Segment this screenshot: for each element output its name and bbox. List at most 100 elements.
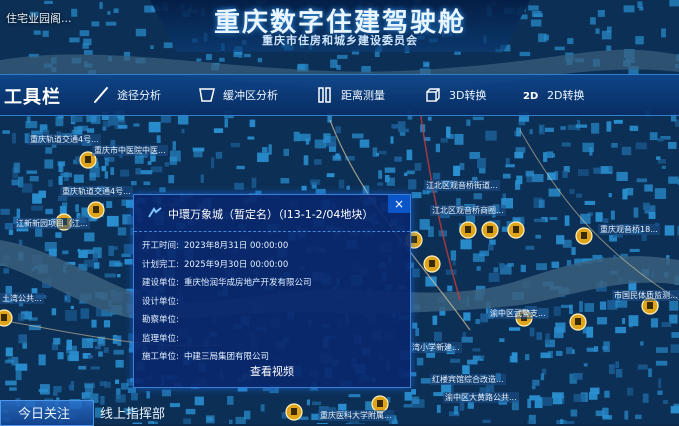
view-video-button[interactable]: 查看视频: [134, 363, 410, 379]
building-block: [671, 344, 679, 353]
map-label[interactable]: 重庆轨道交通4号...: [60, 186, 133, 197]
building-block: [481, 356, 484, 359]
building-block: [514, 152, 523, 158]
building-block: [335, 153, 339, 158]
building-block: [22, 183, 32, 192]
building-block: [611, 143, 618, 148]
building-block: [629, 323, 633, 328]
building-block: [377, 183, 383, 186]
building-block: [408, 179, 416, 189]
building-block: [261, 404, 265, 411]
map-label[interactable]: 渝中区武警支...: [488, 308, 548, 319]
building-block: [104, 347, 109, 353]
building-block: [584, 363, 588, 366]
building-block: [624, 411, 628, 420]
tool-label: 途径分析: [117, 87, 161, 103]
building-block: [252, 178, 257, 188]
building-block: [62, 202, 67, 206]
building-block: [597, 317, 607, 324]
map-label[interactable]: 湾小学新建...: [410, 342, 462, 353]
building-block: [307, 400, 310, 406]
crane-glyph-icon: [429, 260, 435, 267]
building-block: [164, 42, 173, 48]
info-row: 设计单位:: [142, 295, 312, 314]
building-block: [515, 180, 520, 190]
building-block: [509, 327, 520, 331]
building-block: [473, 253, 485, 262]
building-block: [339, 180, 344, 189]
building-block: [494, 267, 499, 272]
building-block: [71, 9, 77, 17]
building-block: [147, 391, 150, 398]
map-label[interactable]: 重庆市中医院中医...: [92, 145, 168, 156]
distance-measure-button[interactable]: 距离测量: [316, 86, 385, 104]
building-block: [323, 133, 330, 143]
building-block: [668, 142, 677, 149]
crane-glyph-icon: [575, 318, 581, 325]
map-label[interactable]: 重庆轨道交通4号...: [28, 134, 101, 145]
map-label[interactable]: 重庆医科大学附属...: [318, 410, 394, 421]
map-label[interactable]: 江新新园项目（江...: [14, 218, 90, 229]
building-block: [412, 192, 422, 198]
building-block: [361, 66, 371, 73]
building-block: [535, 235, 541, 239]
building-block: [554, 306, 561, 316]
tab-online-command[interactable]: 线上指挥部: [100, 403, 165, 422]
map-label[interactable]: 重庆观音桥18...: [598, 224, 660, 235]
building-block: [196, 58, 201, 61]
building-block: [84, 50, 93, 55]
building-block: [665, 225, 675, 235]
building-block: [460, 402, 465, 411]
building-block: [385, 168, 396, 173]
map-label[interactable]: 红楼宾馆综合改造...: [430, 374, 506, 385]
building-block: [69, 38, 79, 43]
toolbar: 工具栏 途径分析 缓冲区分析 距离测量 3D转换 2D 2D转换: [0, 74, 679, 116]
map-label[interactable]: 土湾公共...: [0, 293, 44, 304]
building-block: [600, 302, 606, 310]
map-label[interactable]: 江北区观音桥街道...: [424, 180, 500, 191]
building-block: [71, 381, 74, 391]
building-block: [281, 178, 290, 184]
building-block: [656, 347, 668, 353]
2d-switch-button[interactable]: 2D 2D转换: [522, 86, 584, 104]
building-block: [611, 211, 615, 220]
building-block: [579, 301, 583, 312]
building-block: [560, 419, 563, 424]
close-button[interactable]: ×: [388, 195, 410, 213]
buffer-analysis-button[interactable]: 缓冲区分析: [198, 86, 278, 104]
building-block: [18, 313, 24, 321]
building-block: [639, 7, 643, 10]
tab-today-focus[interactable]: 今日关注: [18, 403, 70, 422]
building-block: [587, 348, 596, 352]
building-block: [453, 261, 456, 266]
building-block: [157, 135, 161, 143]
building-block: [131, 181, 137, 185]
building-block: [40, 384, 50, 395]
building-block: [116, 360, 124, 368]
building-block: [250, 120, 256, 128]
map-label[interactable]: 市国民体质监测...: [612, 290, 679, 301]
title-banner: 重庆数字住建驾驶舱 重庆市住房和城乡建设委员会: [150, 0, 530, 52]
building-block: [89, 173, 96, 181]
building-block: [161, 115, 171, 123]
building-block: [108, 115, 118, 126]
building-block: [330, 60, 337, 68]
building-block: [662, 166, 666, 169]
3d-switch-button[interactable]: 3D转换: [424, 86, 486, 104]
building-block: [604, 391, 609, 398]
building-block: [211, 157, 214, 168]
map-label[interactable]: 江北区观音桥商圈...: [430, 205, 506, 216]
building-block: [106, 22, 117, 26]
building-block: [168, 175, 174, 183]
map-label[interactable]: 渝中区大黄路公共...: [443, 392, 519, 403]
building-block: [563, 171, 568, 178]
path-analysis-button[interactable]: 途径分析: [92, 86, 161, 104]
building-block: [578, 169, 589, 176]
info-key: 建设单位:: [142, 276, 184, 288]
building-block: [12, 180, 20, 186]
building-block: [236, 166, 244, 169]
building-block: [499, 338, 504, 342]
building-block: [121, 383, 128, 390]
building-block: [415, 163, 422, 171]
toolbar-title: 工具栏: [4, 83, 61, 109]
